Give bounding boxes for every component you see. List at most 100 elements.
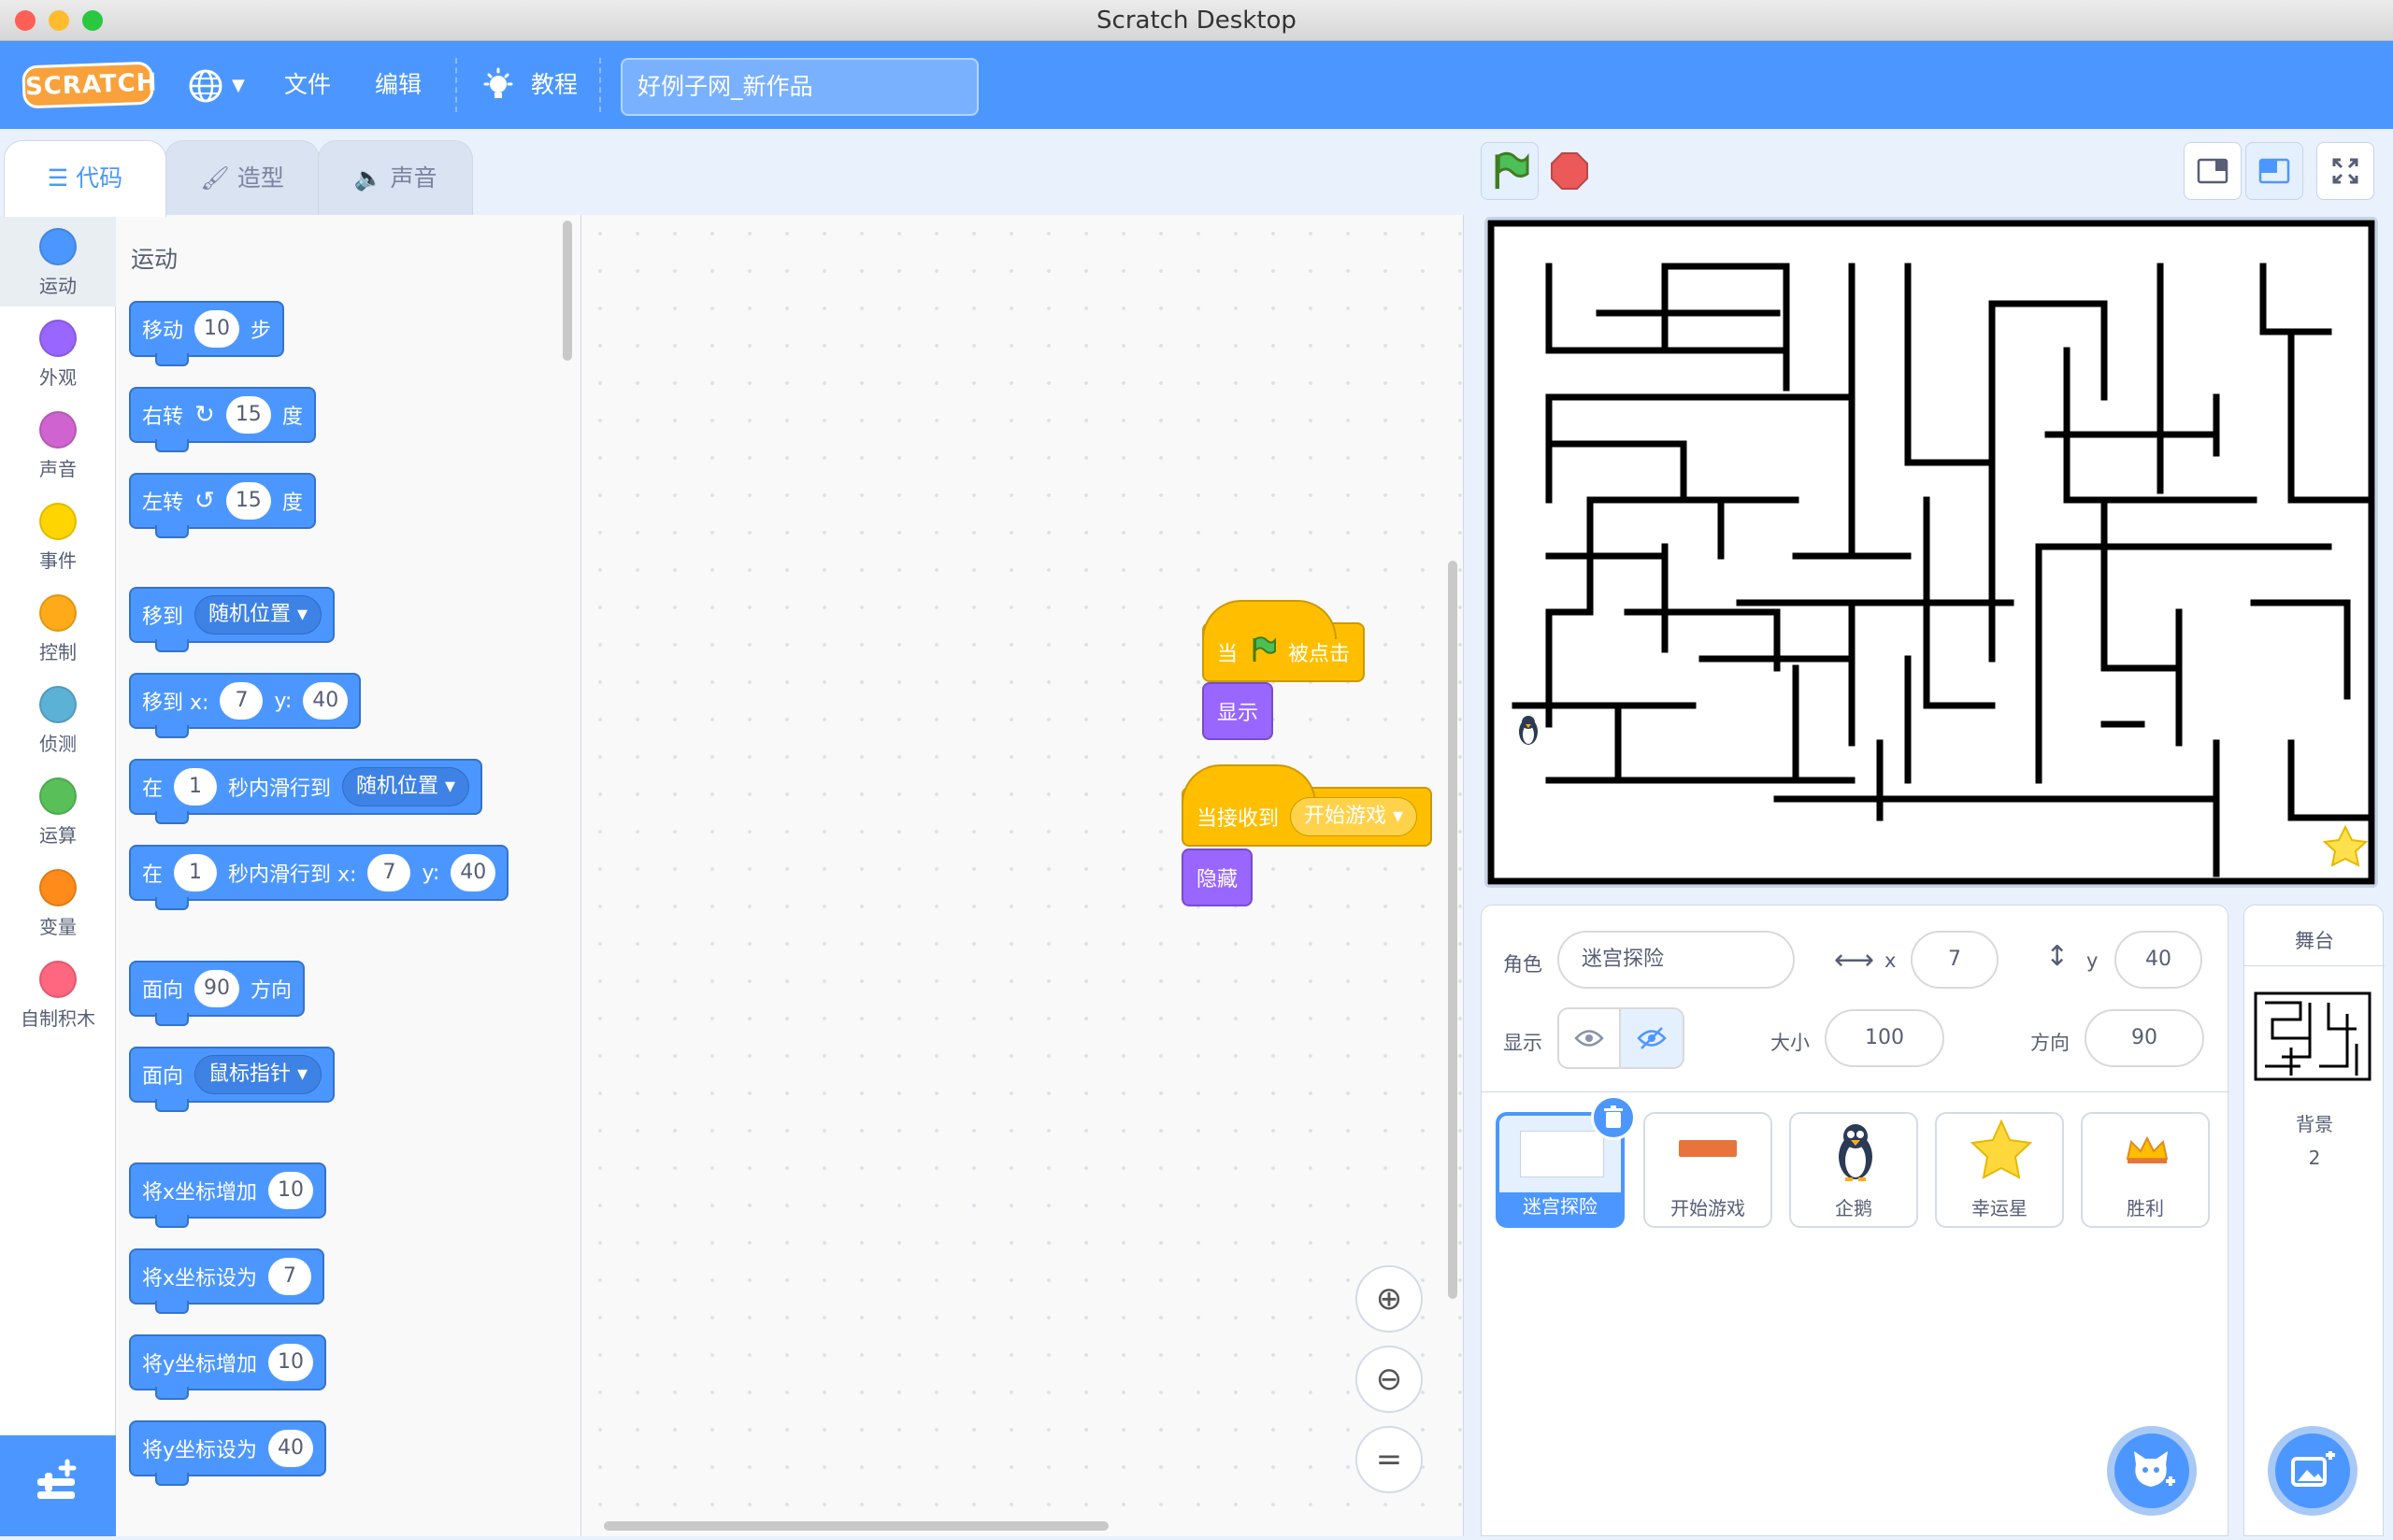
block-go-to[interactable]: 移到 随机位置 [129, 587, 336, 652]
block-glide-to[interactable]: 在 1 秒内滑行到 随机位置 [129, 759, 483, 824]
edit-menu[interactable]: 编辑 [375, 41, 422, 129]
block-go-to-xy[interactable]: 移到 x: 7 y: 40 [129, 673, 362, 738]
block-input[interactable]: 40 [303, 682, 349, 720]
scratch-logo[interactable]: SCRATCH [21, 61, 158, 109]
size-input[interactable]: 100 [1825, 1009, 1944, 1067]
fullscreen-button[interactable] [2316, 142, 2374, 200]
block-turn-left[interactable]: 左转 ↺ 15 度 [129, 473, 316, 538]
tab-costumes[interactable]: 🖌 造型 [165, 140, 320, 215]
rotate-right-icon: ↻ [194, 401, 215, 429]
block-point-towards[interactable]: 面向 鼠标指针 [129, 1047, 336, 1112]
tab-sounds[interactable]: 🔈 声音 [318, 140, 473, 215]
zoom-in-button[interactable]: ⊕ [1355, 1265, 1423, 1333]
show-sprite-button[interactable] [1557, 1007, 1621, 1069]
category-operators[interactable]: 运算 [0, 764, 116, 856]
file-menu[interactable]: 文件 [284, 41, 331, 129]
block-dropdown[interactable]: 开始游戏 [1290, 797, 1418, 836]
block-input[interactable]: 15 [225, 396, 271, 434]
block-input[interactable]: 40 [451, 854, 496, 891]
category-variables[interactable]: 变量 [0, 856, 116, 948]
block-show[interactable]: 显示 [1202, 682, 1274, 740]
block-change-x[interactable]: 将x坐标增加 10 [129, 1162, 327, 1228]
block-input[interactable]: 40 [268, 1430, 314, 1467]
tutorials-label: 教程 [530, 71, 578, 98]
stop-button[interactable] [1540, 142, 1598, 200]
block-when-flag-clicked[interactable]: 当 被点击 [1202, 600, 1366, 682]
category-sensing[interactable]: 侦测 [0, 673, 116, 764]
delete-sprite-button[interactable] [1591, 1095, 1636, 1140]
rotate-left-icon: ↺ [194, 487, 215, 515]
category-my-blocks[interactable]: 自制积木 [0, 948, 116, 1039]
sprite-tile-label: 胜利 [2127, 1197, 2164, 1219]
horizontal-arrows-icon: ⟷ [1834, 944, 1875, 977]
extension-icon [37, 1459, 77, 1499]
block-glide-to-xy[interactable]: 在 1 秒内滑行到 x: 7 y: 40 [129, 845, 509, 910]
block-dropdown[interactable]: 随机位置 [342, 767, 470, 806]
x-input[interactable]: 7 [1911, 931, 1999, 989]
block-input[interactable]: 7 [367, 854, 411, 891]
sprite-tile-penguin[interactable]: 企鹅 [1789, 1112, 1918, 1228]
direction-input[interactable]: 90 [2085, 1009, 2204, 1067]
category-looks[interactable]: 外观 [0, 307, 116, 398]
block-move-steps[interactable]: 移动 10 步 [129, 301, 285, 366]
sprite-tile-start-game[interactable]: 开始游戏 [1643, 1112, 1772, 1228]
window-titlebar: Scratch Desktop [0, 0, 2393, 41]
category-motion[interactable]: 运动 [0, 215, 116, 307]
zoom-reset-button[interactable]: = [1355, 1426, 1423, 1493]
block-hide[interactable]: 隐藏 [1182, 848, 1254, 906]
block-input[interactable]: 1 [174, 768, 218, 806]
block-set-x[interactable]: 将x坐标设为 7 [129, 1248, 325, 1314]
workspace-horizontal-scrollbar[interactable] [604, 1521, 1109, 1531]
tutorials-menu[interactable]: 教程 [480, 41, 578, 129]
choose-backdrop-button[interactable] [2268, 1426, 2357, 1516]
large-stage-button[interactable] [2245, 142, 2303, 200]
small-stage-button[interactable] [2184, 142, 2242, 200]
category-sound[interactable]: 声音 [0, 398, 116, 490]
block-input[interactable]: 1 [174, 854, 218, 891]
block-input[interactable]: 7 [268, 1258, 312, 1295]
block-dropdown[interactable]: 随机位置 [194, 595, 322, 635]
minimize-window-button[interactable] [49, 10, 69, 31]
project-title-input[interactable]: 好例子网_新作品 [621, 58, 979, 116]
block-dropdown[interactable]: 鼠标指针 [194, 1055, 322, 1094]
choose-sprite-button[interactable] [2107, 1426, 2197, 1516]
menu-bar: SCRATCH ▼ 文件 编辑 教程 好例子网_新作品 [0, 41, 2393, 129]
sprite-name-input[interactable]: 迷宫探险 [1557, 931, 1795, 989]
workspace-vertical-scrollbar[interactable] [1448, 561, 1457, 1299]
category-control[interactable]: 控制 [0, 581, 116, 673]
block-point-in-direction[interactable]: 面向 90 方向 [129, 961, 306, 1026]
block-input[interactable]: 90 [194, 970, 240, 1007]
block-input[interactable]: 10 [268, 1344, 314, 1381]
language-menu[interactable]: ▼ [187, 41, 245, 129]
block-input[interactable]: 10 [194, 310, 240, 348]
block-when-i-receive[interactable]: 当接收到 开始游戏 [1182, 764, 1433, 847]
sprite-tile-lucky-star[interactable]: 幸运星 [1935, 1112, 2064, 1228]
y-input[interactable]: 40 [2114, 931, 2202, 989]
zoom-out-button[interactable]: ⊖ [1355, 1346, 1423, 1413]
script-workspace[interactable]: 当 被点击 显示 当接收到 开始游戏 隐藏 ⊕ ⊖ = [581, 215, 1464, 1536]
category-dot [39, 320, 77, 357]
add-extension-button[interactable] [0, 1435, 116, 1536]
block-turn-right[interactable]: 右转 ↻ 15 度 [129, 387, 316, 452]
block-input[interactable]: 15 [225, 482, 271, 520]
close-window-button[interactable] [15, 10, 36, 31]
hide-sprite-button[interactable] [1619, 1007, 1684, 1069]
block-change-y[interactable]: 将y坐标增加 10 [129, 1334, 327, 1400]
size-label: 大小 [1770, 1032, 1810, 1054]
x-label: x [1884, 949, 1897, 972]
category-dot [39, 777, 77, 815]
block-input[interactable]: 7 [220, 682, 264, 720]
block-input[interactable]: 10 [268, 1172, 314, 1209]
eye-icon [1574, 1030, 1604, 1047]
green-flag-button[interactable] [1481, 142, 1539, 200]
category-events[interactable]: 事件 [0, 490, 116, 581]
zoom-window-button[interactable] [82, 10, 103, 31]
green-flag-icon [1495, 151, 1529, 190]
stage-canvas[interactable] [1484, 217, 2378, 888]
category-dot [39, 869, 77, 906]
block-set-y[interactable]: 将y坐标设为 40 [129, 1420, 327, 1486]
sprite-tile-victory[interactable]: 胜利 [2081, 1112, 2210, 1228]
tab-code[interactable]: ☰ 代码 [4, 140, 166, 217]
category-label: 事件 [39, 549, 77, 572]
palette-scrollbar[interactable] [563, 221, 572, 361]
